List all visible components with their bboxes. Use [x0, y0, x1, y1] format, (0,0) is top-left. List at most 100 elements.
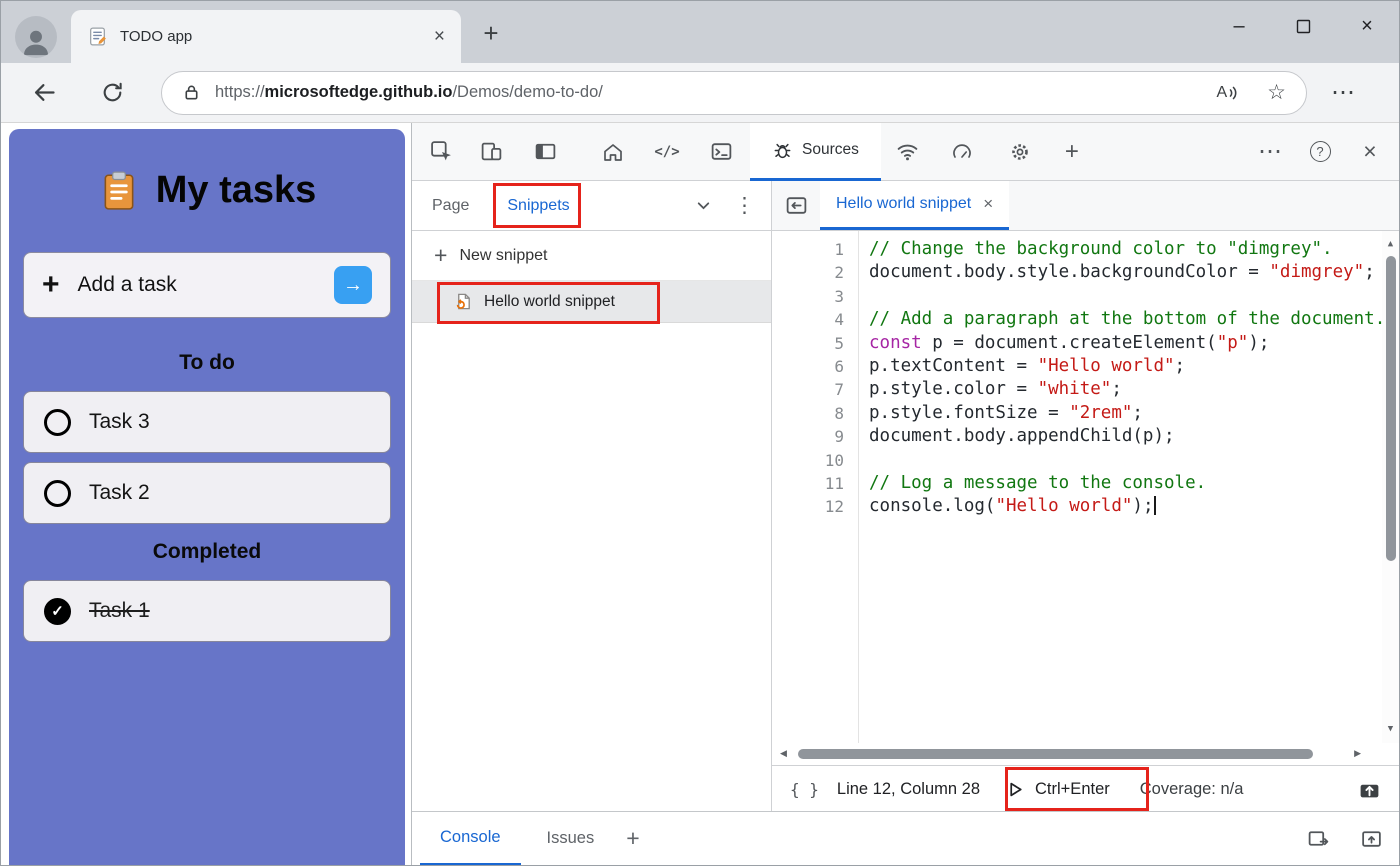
snippet-list-item-selected[interactable]: Hello world snippet [412, 281, 771, 323]
expand-drawer-icon[interactable] [1360, 827, 1383, 850]
new-snippet-button[interactable]: + New snippet [412, 231, 771, 281]
inspect-element-button[interactable] [424, 135, 458, 169]
todo-section-heading: To do [9, 351, 405, 375]
task-checkbox-checked[interactable]: ✓ [44, 598, 71, 625]
tab-sources-active[interactable]: Sources [750, 123, 881, 181]
editor-tab-bar: Hello world snippet × [772, 181, 1399, 231]
code-line[interactable] [869, 449, 1399, 472]
back-arrow-icon [31, 79, 58, 106]
chevron-down-icon[interactable] [695, 197, 712, 214]
code-line[interactable]: console.log("Hello world"); [869, 495, 1399, 518]
activity-bar-toggle-button[interactable] [528, 135, 562, 169]
deploy-button[interactable] [1358, 778, 1381, 801]
line-number[interactable]: 11 [772, 472, 858, 495]
editor-tab-active[interactable]: Hello world snippet × [820, 181, 1009, 230]
app-title: My tasks [156, 169, 317, 212]
snippet-name: Hello world snippet [484, 293, 615, 311]
line-number[interactable]: 1 [772, 238, 858, 261]
tab-performance[interactable] [945, 135, 979, 169]
code-line[interactable]: p.textContent = "Hello world"; [869, 355, 1399, 378]
more-tools-button[interactable]: + [1055, 135, 1089, 169]
line-number[interactable]: 3 [772, 285, 858, 308]
line-number[interactable]: 12 [772, 495, 858, 518]
favorite-star-icon[interactable]: ☆ [1267, 80, 1286, 105]
tab-network[interactable] [891, 135, 925, 169]
wifi-icon [896, 140, 919, 163]
scroll-down-icon[interactable]: ▼ [1388, 725, 1393, 734]
todo-header: My tasks [9, 129, 405, 212]
drawer-actions [1307, 827, 1383, 850]
panel-back-icon [785, 194, 808, 217]
task-checkbox-unchecked[interactable] [44, 409, 71, 436]
add-drawer-tab-button[interactable]: + [626, 825, 639, 852]
profile-avatar[interactable] [15, 16, 57, 58]
navigator-tab-snippets[interactable]: Snippets [507, 197, 569, 215]
line-number[interactable]: 6 [772, 355, 858, 378]
help-button[interactable]: ? [1303, 135, 1337, 169]
horizontal-scrollbar[interactable]: ◀ ▶ [772, 743, 1399, 765]
drawer-tab-console[interactable]: Console [420, 812, 521, 866]
hide-navigator-button[interactable] [772, 181, 820, 230]
browser-tab[interactable]: TODO app × [71, 10, 461, 63]
scroll-up-icon[interactable]: ▲ [1388, 240, 1393, 249]
vertical-scrollbar[interactable]: ▲ ▼ [1382, 231, 1399, 743]
horizontal-scroll-thumb[interactable] [798, 749, 1313, 759]
devtools-menu-icon[interactable]: ⋯ [1253, 135, 1287, 169]
code-line[interactable]: p.style.color = "white"; [869, 378, 1399, 401]
line-number[interactable]: 4 [772, 308, 858, 331]
code-editor[interactable]: 123456789101112 // Change the background… [772, 231, 1399, 743]
device-emulation-button[interactable] [474, 135, 508, 169]
code-line[interactable]: // Add a paragraph at the bottom of the … [869, 308, 1399, 331]
tab-welcome[interactable] [596, 135, 630, 169]
editor-tab-close-icon[interactable]: × [983, 194, 993, 214]
coverage-status: Coverage: n/a [1140, 780, 1244, 799]
new-tab-button[interactable]: + [475, 17, 507, 49]
code-line[interactable]: // Log a message to the console. [869, 472, 1399, 495]
tab-close-icon[interactable]: × [434, 26, 445, 48]
line-number[interactable]: 9 [772, 425, 858, 448]
add-task-field[interactable]: + Add a task → [23, 252, 391, 318]
url-field[interactable]: https://microsoftedge.github.io/Demos/de… [161, 71, 1307, 115]
plus-icon: + [434, 244, 447, 267]
close-devtools-button[interactable]: × [1353, 135, 1387, 169]
move-drawer-icon[interactable] [1307, 827, 1330, 850]
completed-task-row[interactable]: ✓ Task 1 [23, 580, 391, 642]
task-row[interactable]: Task 3 [23, 391, 391, 453]
task-row[interactable]: Task 2 [23, 462, 391, 524]
code-line[interactable]: document.body.appendChild(p); [869, 425, 1399, 448]
maximize-button[interactable] [1271, 1, 1335, 51]
line-number[interactable]: 5 [772, 332, 858, 355]
refresh-icon [100, 80, 125, 105]
code-line[interactable]: // Change the background color to "dimgr… [869, 238, 1399, 261]
minimize-button[interactable]: – [1207, 1, 1271, 51]
read-aloud-letter: A [1217, 84, 1228, 102]
scroll-right-icon[interactable]: ▶ [1354, 749, 1361, 758]
run-snippet-button[interactable]: Ctrl+Enter [1006, 780, 1110, 799]
drawer-tab-issues[interactable]: Issues [527, 812, 615, 866]
browser-menu-icon[interactable]: ⋯ [1331, 78, 1356, 107]
tab-favicon-icon [87, 26, 108, 47]
line-number[interactable]: 2 [772, 261, 858, 284]
pretty-print-button[interactable]: { } [790, 780, 819, 799]
code-line[interactable] [869, 285, 1399, 308]
line-number[interactable]: 8 [772, 402, 858, 425]
kebab-menu-icon[interactable]: ⋮ [734, 193, 755, 218]
scroll-left-icon[interactable]: ◀ [780, 749, 787, 758]
snippet-editor: Hello world snippet × 123456789101112 //… [772, 181, 1399, 811]
tab-settings-tool[interactable] [1003, 135, 1037, 169]
refresh-button[interactable] [100, 80, 125, 105]
add-task-submit-button[interactable]: → [334, 266, 372, 304]
close-window-button[interactable]: × [1335, 1, 1399, 51]
read-aloud-icon[interactable]: A [1217, 83, 1240, 103]
back-button[interactable] [31, 79, 58, 106]
tab-console[interactable] [704, 135, 738, 169]
navigator-tab-page[interactable]: Page [432, 197, 469, 215]
code-line[interactable]: p.style.fontSize = "2rem"; [869, 402, 1399, 425]
vertical-scroll-thumb[interactable] [1386, 256, 1396, 561]
tab-elements[interactable]: </> [650, 135, 684, 169]
line-number[interactable]: 10 [772, 449, 858, 472]
task-checkbox-unchecked[interactable] [44, 480, 71, 507]
code-line[interactable]: const p = document.createElement("p"); [869, 332, 1399, 355]
code-line[interactable]: document.body.style.backgroundColor = "d… [869, 261, 1399, 284]
line-number[interactable]: 7 [772, 378, 858, 401]
